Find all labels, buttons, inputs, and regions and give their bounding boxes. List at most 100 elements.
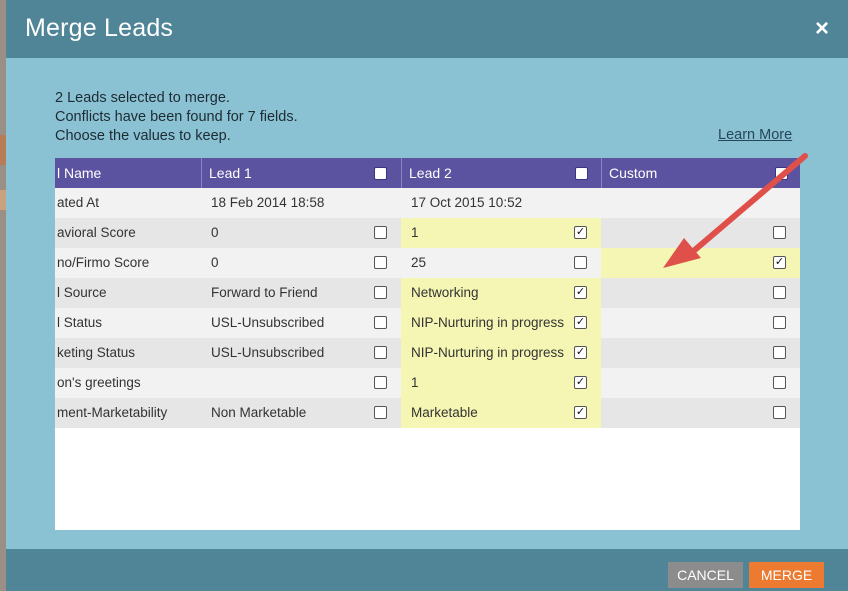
select-all-lead2-checkbox[interactable] (575, 167, 588, 180)
cell-lead1: 18 Feb 2014 18:58 (201, 188, 401, 218)
cancel-button[interactable]: CANCEL (668, 562, 743, 588)
cell-field: keting Status (55, 338, 201, 368)
cell-lead2-value: NIP-Nurturing in progress (411, 345, 565, 360)
cell-lead2: Marketable ✓ (401, 398, 601, 428)
header-lead2: Lead 2 (401, 158, 601, 188)
header-field-label: l Name (57, 165, 102, 181)
lead2-checkbox[interactable]: ✓ (574, 406, 587, 419)
cell-lead2: 25 (401, 248, 601, 278)
cell-lead1-value: Forward to Friend (211, 285, 318, 300)
lead1-checkbox[interactable] (374, 286, 387, 299)
cell-lead1-value: Non Marketable (211, 405, 307, 420)
dialog-footer: CANCEL MERGE (6, 549, 848, 591)
table-row: l Source Forward to Friend Networking ✓ (55, 278, 800, 308)
cell-lead1: 0 (201, 248, 401, 278)
cell-field: avioral Score (55, 218, 201, 248)
custom-checkbox[interactable] (773, 346, 786, 359)
header-field-name: l Name (55, 158, 201, 188)
lead1-checkbox[interactable] (374, 316, 387, 329)
cell-field: l Source (55, 278, 201, 308)
cell-field-value: ment-Marketability (57, 405, 168, 420)
header-custom-label: Custom (609, 165, 658, 181)
intro-line: 2 Leads selected to merge. (55, 90, 230, 106)
lead2-checkbox[interactable]: ✓ (574, 286, 587, 299)
table-row: no/Firmo Score 0 25 ✓ (55, 248, 800, 278)
select-all-custom-checkbox[interactable] (775, 167, 788, 180)
cell-field-value: ated At (57, 195, 100, 210)
cell-field-value: l Source (57, 285, 107, 300)
custom-checkbox[interactable] (773, 286, 786, 299)
cell-lead2-value: Networking (411, 285, 479, 300)
lead2-checkbox[interactable] (574, 256, 587, 269)
cell-field-value: on's greetings (57, 375, 141, 390)
cell-field: on's greetings (55, 368, 201, 398)
cell-field-value: keting Status (57, 345, 136, 360)
cell-lead2-value: 1 (411, 375, 419, 390)
custom-checkbox[interactable] (773, 316, 786, 329)
lead1-checkbox[interactable] (374, 406, 387, 419)
table-row: ated At 18 Feb 2014 18:58 17 Oct 2015 10:5… (55, 188, 800, 218)
cell-lead1: USL-Unsubscribed (201, 338, 401, 368)
cell-lead2-value: Marketable (411, 405, 478, 420)
lead1-checkbox[interactable] (374, 346, 387, 359)
cell-lead1: Non Marketable (201, 398, 401, 428)
lead2-checkbox[interactable]: ✓ (574, 226, 587, 239)
merge-intro-text: 2 Leads selected to merge. Conflicts hav… (55, 89, 298, 146)
cell-lead2: 17 Oct 2015 10:52 (401, 188, 601, 218)
custom-checkbox[interactable] (773, 406, 786, 419)
merge-leads-dialog: Merge Leads × 2 Leads selected to merge.… (6, 0, 848, 591)
cell-custom (601, 218, 800, 248)
intro-line: Conflicts have been found for 7 fields. (55, 109, 298, 125)
cell-lead2: 1 ✓ (401, 218, 601, 248)
table-row: keting Status USL-Unsubscribed NIP-Nurturi… (55, 338, 800, 368)
cell-lead2-value: 1 (411, 225, 419, 240)
header-lead1: Lead 1 (201, 158, 401, 188)
cell-field: no/Firmo Score (55, 248, 201, 278)
cell-lead2-value: 17 Oct 2015 10:52 (411, 195, 523, 210)
merge-table: l Name Lead 1 Lead 2 Custom ated At 18 Fe (55, 158, 800, 530)
table-row: on's greetings 1 ✓ (55, 368, 800, 398)
cell-lead1-value: 18 Feb 2014 18:58 (211, 195, 325, 210)
cell-field: ated At (55, 188, 201, 218)
cell-lead1-value: 0 (211, 225, 219, 240)
cell-field-value: no/Firmo Score (57, 255, 150, 270)
lead2-checkbox[interactable]: ✓ (574, 376, 587, 389)
lead2-checkbox[interactable]: ✓ (574, 316, 587, 329)
header-lead1-label: Lead 1 (209, 165, 252, 181)
cell-field: l Status (55, 308, 201, 338)
lead1-checkbox[interactable] (374, 226, 387, 239)
cell-lead2: 1 ✓ (401, 368, 601, 398)
header-lead2-label: Lead 2 (409, 165, 452, 181)
lead2-checkbox[interactable]: ✓ (574, 346, 587, 359)
cell-custom (601, 338, 800, 368)
table-row: ment-Marketability Non Marketable Marketab… (55, 398, 800, 428)
cell-custom (601, 308, 800, 338)
cell-lead1: Forward to Friend (201, 278, 401, 308)
learn-more-link[interactable]: Learn More (718, 127, 792, 143)
dialog-titlebar: Merge Leads × (6, 0, 848, 58)
custom-checkbox[interactable] (773, 226, 786, 239)
custom-checkbox[interactable] (773, 376, 786, 389)
lead1-checkbox[interactable] (374, 376, 387, 389)
lead1-checkbox[interactable] (374, 256, 387, 269)
cell-custom (601, 368, 800, 398)
close-icon[interactable]: × (810, 17, 834, 41)
dialog-title: Merge Leads (25, 14, 174, 42)
cell-lead2: Networking ✓ (401, 278, 601, 308)
custom-checkbox[interactable]: ✓ (773, 256, 786, 269)
select-all-lead1-checkbox[interactable] (374, 167, 387, 180)
cell-lead2: NIP-Nurturing in progress ✓ (401, 308, 601, 338)
cell-custom (601, 398, 800, 428)
table-row: l Status USL-Unsubscribed NIP-Nurturing in… (55, 308, 800, 338)
cell-custom: ✓ (601, 248, 800, 278)
intro-line: Choose the values to keep. (55, 128, 231, 144)
cell-lead1 (201, 368, 401, 398)
cell-lead1-value: USL-Unsubscribed (211, 345, 325, 360)
cell-lead1-value: USL-Unsubscribed (211, 315, 325, 330)
cell-lead1: 0 (201, 218, 401, 248)
cell-lead2-value: NIP-Nurturing in progress (411, 315, 565, 330)
cell-lead1: USL-Unsubscribed (201, 308, 401, 338)
header-custom: Custom (601, 158, 800, 188)
cell-custom (601, 188, 800, 218)
merge-button[interactable]: MERGE (749, 562, 824, 588)
